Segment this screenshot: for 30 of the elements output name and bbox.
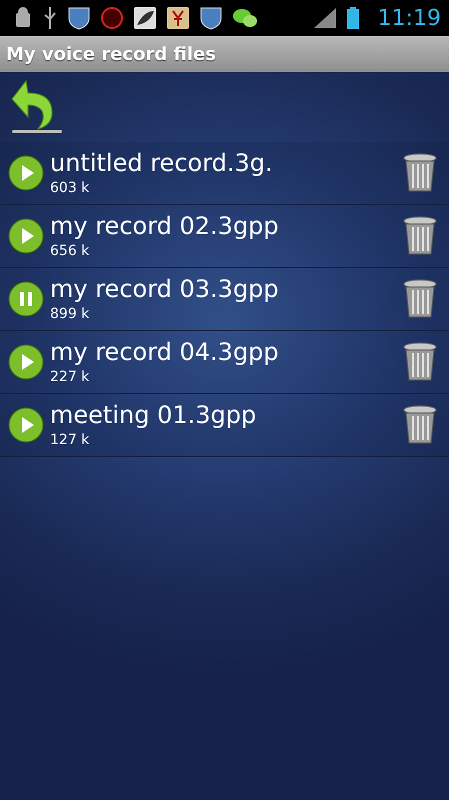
- file-name: my record 04.3gpp: [50, 337, 280, 367]
- trash-icon[interactable]: [403, 153, 437, 193]
- file-name: my record 02.3gpp: [50, 211, 280, 241]
- leaf-icon: [134, 7, 156, 29]
- file-size: 603 k: [50, 179, 90, 198]
- pause-button[interactable]: [8, 281, 44, 317]
- play-button[interactable]: [8, 218, 44, 254]
- file-size: 899 k: [50, 305, 90, 324]
- file-name: meeting 01.3gpp: [50, 400, 258, 430]
- chat-icon: [233, 8, 257, 28]
- play-button[interactable]: [8, 344, 44, 380]
- battery-icon: [346, 7, 359, 29]
- trash-icon[interactable]: [403, 216, 437, 256]
- file-size: 227 k: [50, 368, 90, 387]
- yen-icon: [167, 7, 189, 29]
- file-name: untitled record.3g.: [50, 148, 274, 178]
- shield-icon: [68, 6, 90, 30]
- usb-icon: [43, 7, 57, 29]
- trash-icon[interactable]: [403, 279, 437, 319]
- signal-icon: [314, 8, 336, 28]
- shield-icon: [200, 6, 222, 30]
- clock-time: 11:19: [378, 6, 441, 30]
- file-name: my record 03.3gpp: [50, 274, 280, 304]
- trash-icon[interactable]: [403, 342, 437, 382]
- trash-icon[interactable]: [403, 405, 437, 445]
- play-button[interactable]: [8, 407, 44, 443]
- play-button[interactable]: [8, 155, 44, 191]
- file-size: 656 k: [50, 242, 90, 261]
- file-size: 127 k: [50, 431, 90, 450]
- screen-title: My voice record files: [6, 44, 216, 64]
